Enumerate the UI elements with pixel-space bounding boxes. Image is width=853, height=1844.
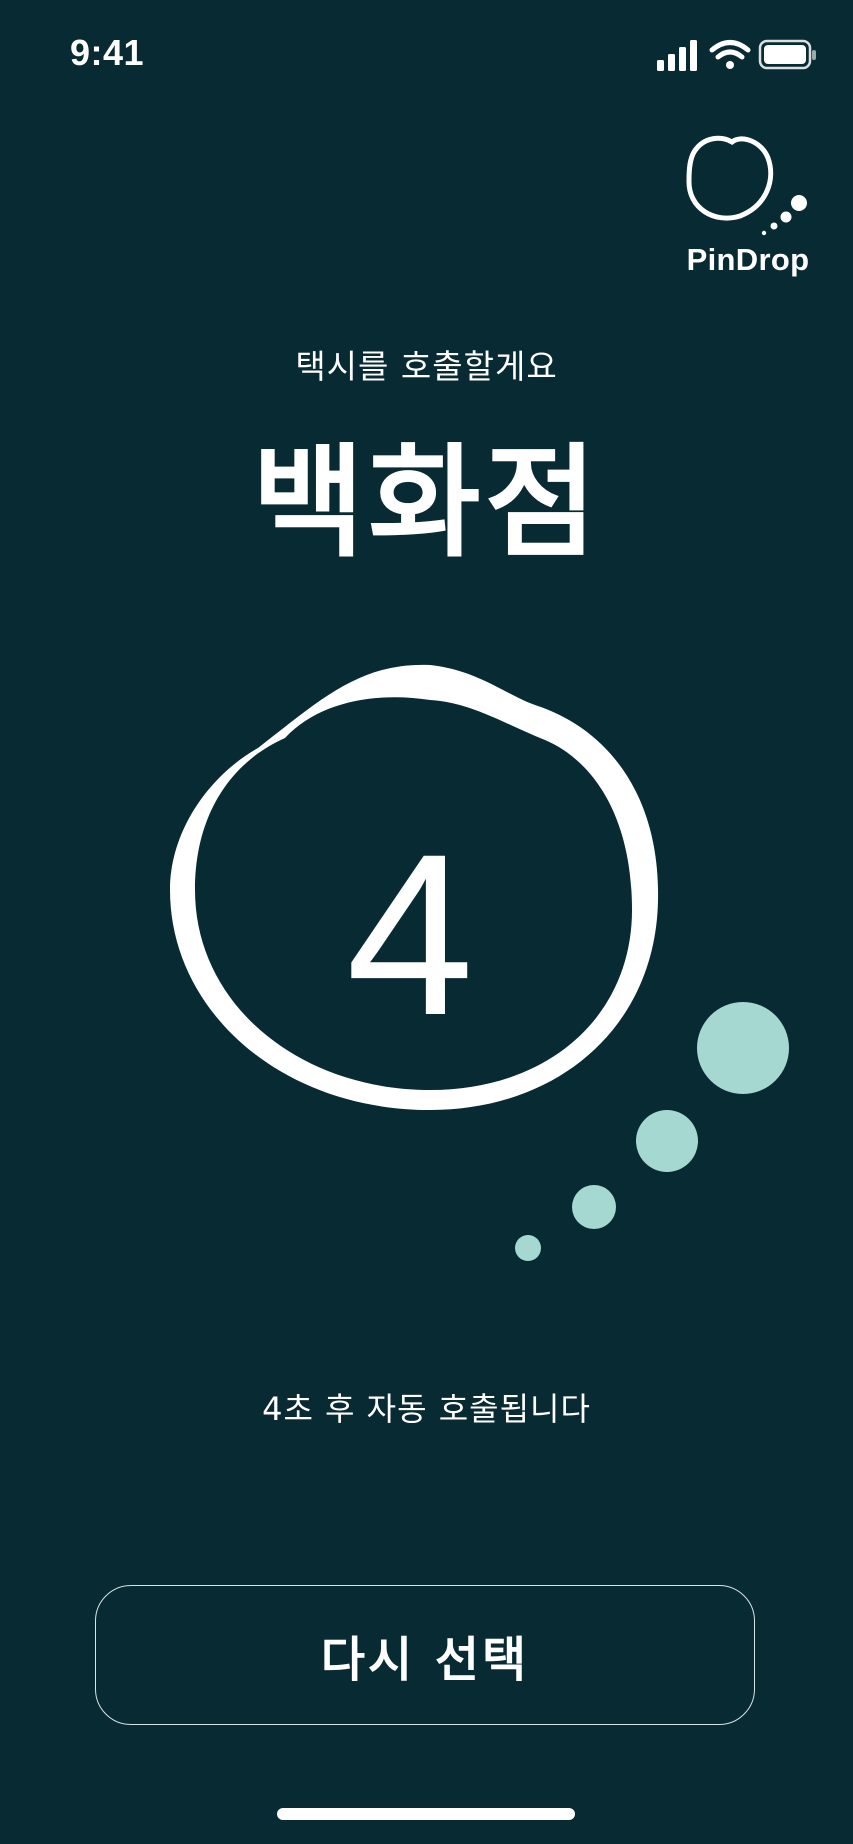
reselect-button[interactable]: 다시 선택 bbox=[95, 1585, 755, 1725]
reselect-button-label: 다시 선택 bbox=[320, 1632, 530, 1688]
pindrop-logo: PinDrop bbox=[680, 128, 820, 288]
bubble-large bbox=[697, 1002, 789, 1094]
countdown-number: 4 bbox=[346, 806, 474, 1063]
destination-title: 백화점 bbox=[252, 432, 601, 574]
bubble-tiny bbox=[515, 1235, 541, 1261]
status-time: 9:41 bbox=[70, 32, 145, 73]
bubble-medium bbox=[636, 1110, 698, 1172]
brand-name: PinDrop bbox=[686, 242, 810, 277]
wifi-icon bbox=[709, 40, 751, 69]
auto-call-message: 4초 후 자동 호출됩니다 bbox=[262, 1390, 591, 1428]
bubble-small bbox=[572, 1185, 616, 1229]
signal-icon bbox=[657, 40, 697, 71]
home-indicator[interactable] bbox=[277, 1808, 575, 1820]
call-subtitle: 택시를 호출할게요 bbox=[295, 347, 558, 386]
pindrop-logo-icon bbox=[686, 135, 807, 236]
status-icons bbox=[657, 36, 819, 76]
status-bar: 9:41 bbox=[0, 0, 853, 110]
battery-icon bbox=[758, 39, 816, 70]
